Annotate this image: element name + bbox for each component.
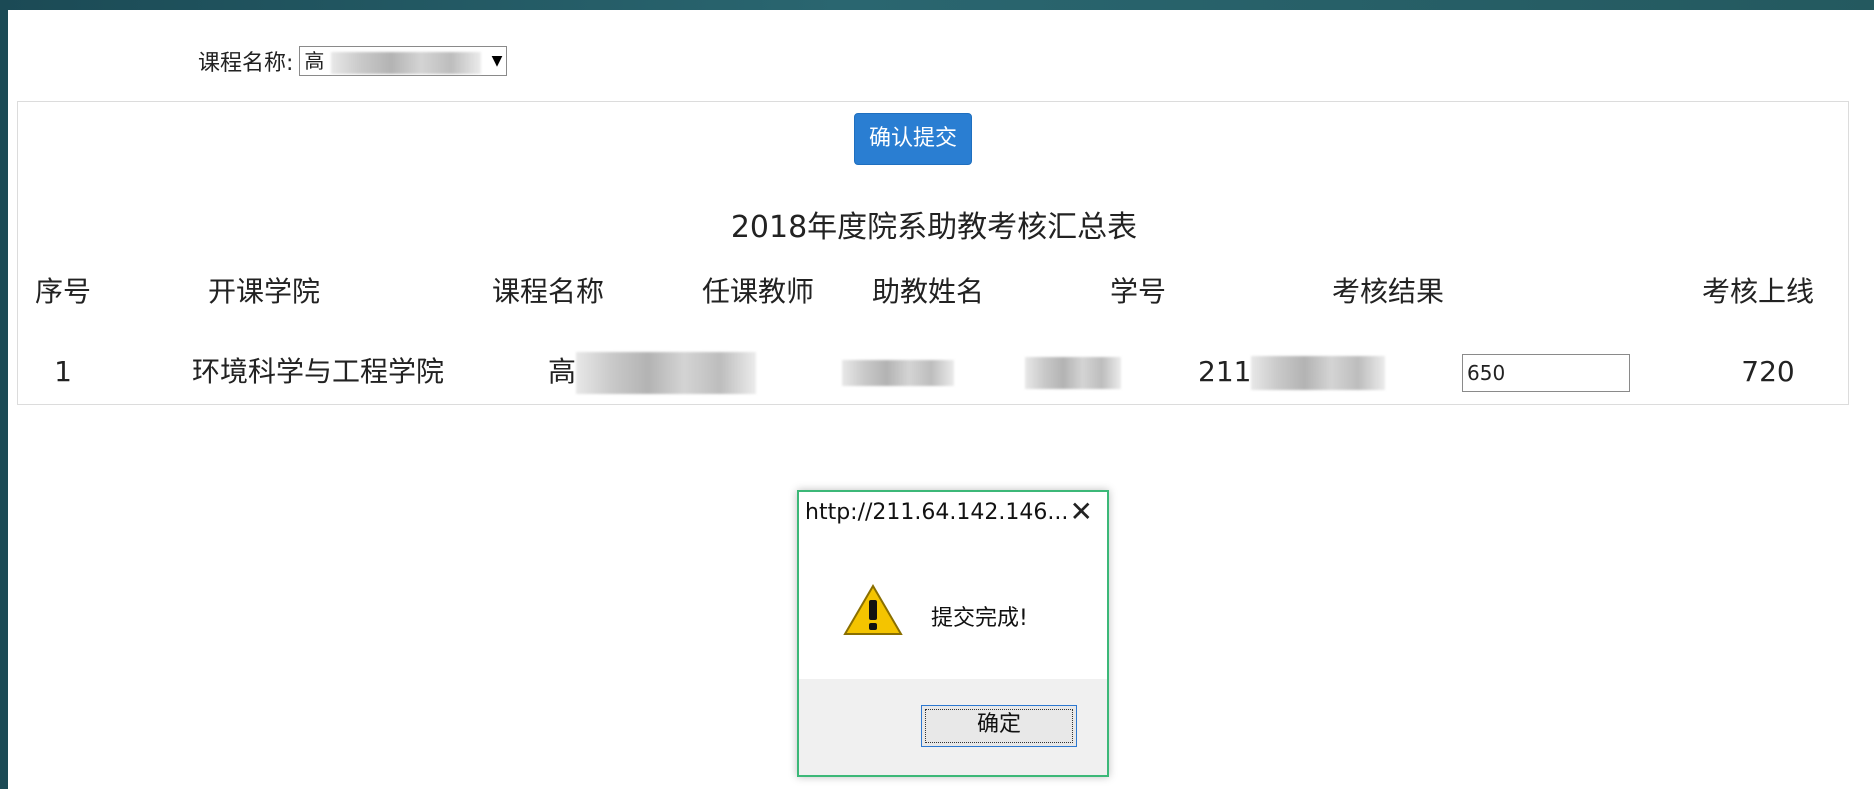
course-select-value: 高: [304, 49, 325, 73]
row-index: 1: [54, 355, 72, 388]
course-filter: 课程名称: 高 ▼: [198, 44, 508, 78]
header-college: 开课学院: [207, 275, 320, 308]
redacted-area: [330, 51, 481, 74]
row-college: 环境科学与工程学院: [192, 355, 445, 388]
header-course: 课程名称: [491, 275, 604, 308]
warning-icon-graphic: [843, 584, 903, 635]
confirm-submit-button[interactable]: 确认提交: [854, 113, 972, 165]
header-ta-name: 助教姓名: [871, 275, 984, 308]
row-student-id-prefix: 211: [1198, 355, 1252, 388]
row-ta-name: [1018, 347, 1128, 397]
row-upper-limit: 720: [1741, 355, 1795, 388]
row-teacher: [838, 347, 958, 397]
redacted-area: [1025, 357, 1121, 389]
header-result: 考核结果: [1331, 275, 1444, 308]
row-result: 650: [1462, 347, 1642, 397]
table-title: 2018年度院系助教考核汇总表: [730, 210, 1138, 245]
close-icon[interactable]: ✕: [1070, 498, 1093, 526]
row-student-id: 211: [1198, 347, 1398, 397]
course-filter-label: 课程名称:: [198, 51, 294, 76]
result-input[interactable]: 650: [1462, 354, 1630, 392]
row-course: 高: [548, 347, 768, 397]
alert-dialog: http://211.64.142.146... ✕ 提交完成! 确定: [797, 490, 1109, 777]
ok-button[interactable]: 确定: [921, 705, 1077, 747]
summary-panel: 确认提交 2018年度院系助教考核汇总表 序号 开课学院 课程名称 任课教师 助…: [17, 101, 1849, 405]
dropdown-arrow-icon[interactable]: ▼: [492, 47, 503, 75]
warning-icon: [843, 584, 903, 640]
focus-ring: [925, 709, 1073, 743]
redacted-area: [842, 360, 954, 386]
dialog-message: 提交完成!: [931, 606, 1028, 631]
dialog-title: http://211.64.142.146...: [805, 500, 1069, 525]
dialog-footer: 确定: [799, 679, 1107, 775]
table-row: 1 环境科学与工程学院 高 211 650 720: [18, 347, 1850, 397]
header-student-id: 学号: [1109, 275, 1166, 308]
header-teacher: 任课教师: [701, 275, 814, 308]
redacted-area: [1251, 356, 1386, 390]
row-course-prefix: 高: [548, 355, 577, 388]
page-content: 课程名称: 高 ▼ 确认提交 2018年度院系助教考核汇总表 序号 开课学院 课…: [8, 10, 1874, 789]
course-select[interactable]: 高 ▼: [299, 46, 508, 76]
table-header-row: 序号 开课学院 课程名称 任课教师 助教姓名 学号 考核结果 考核上线: [18, 270, 1850, 314]
redacted-area: [576, 352, 757, 394]
header-upper-limit: 考核上线: [1701, 275, 1814, 308]
header-index: 序号: [34, 275, 91, 308]
